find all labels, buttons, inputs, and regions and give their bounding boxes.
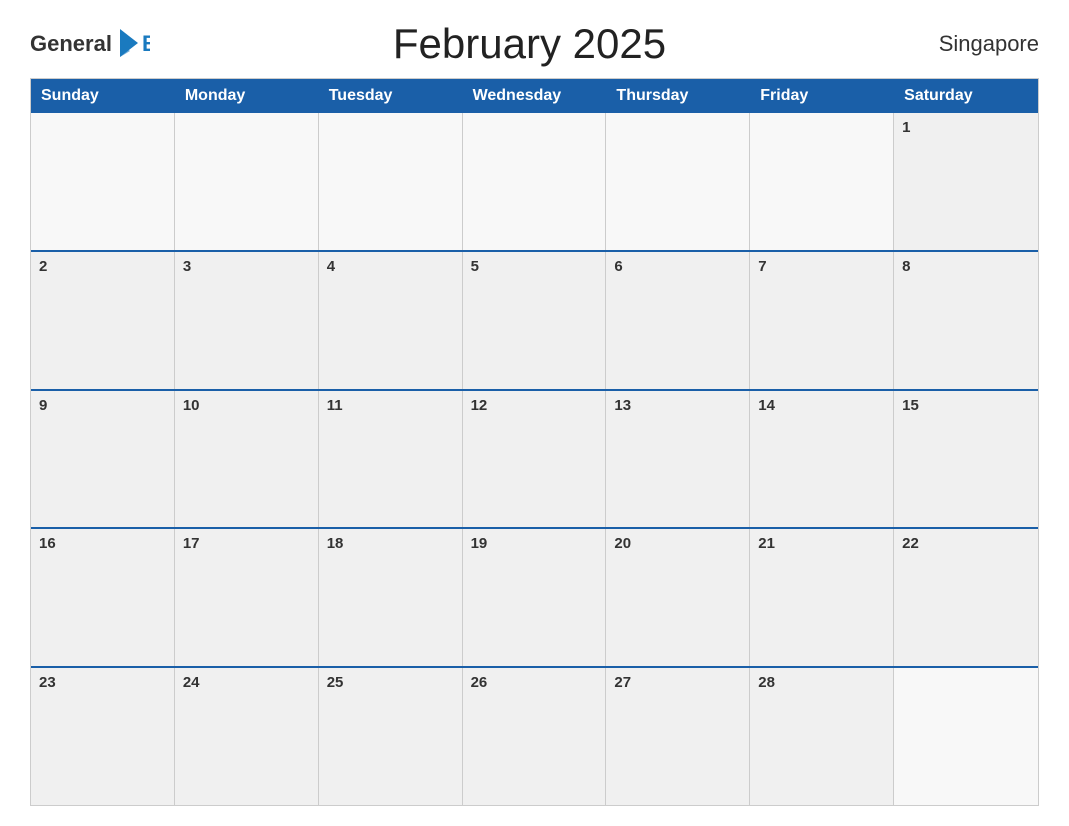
day-cell-4-1: 24 <box>175 668 319 805</box>
day-header-saturday: Saturday <box>894 79 1038 113</box>
logo-icon: General Blue <box>30 25 150 63</box>
day-cell-3-1: 17 <box>175 529 319 666</box>
day-cell-0-5 <box>750 113 894 250</box>
day-number-20: 20 <box>614 535 741 552</box>
day-cell-4-3: 26 <box>463 668 607 805</box>
day-cell-0-1 <box>175 113 319 250</box>
day-header-thursday: Thursday <box>606 79 750 113</box>
day-number-11: 11 <box>327 397 454 414</box>
region-label: Singapore <box>909 31 1039 57</box>
day-cell-4-0: 23 <box>31 668 175 805</box>
svg-text:General: General <box>30 31 112 56</box>
day-number-16: 16 <box>39 535 166 552</box>
logo: General Blue <box>30 25 150 63</box>
day-header-wednesday: Wednesday <box>463 79 607 113</box>
calendar-grid: Sunday Monday Tuesday Wednesday Thursday… <box>30 78 1039 806</box>
day-number-15: 15 <box>902 397 1030 414</box>
day-cell-3-6: 22 <box>894 529 1038 666</box>
header: General Blue February 2025 Singapore <box>30 20 1039 68</box>
day-number-25: 25 <box>327 674 454 691</box>
day-cell-3-3: 19 <box>463 529 607 666</box>
day-cell-0-4 <box>606 113 750 250</box>
day-cell-1-1: 3 <box>175 252 319 389</box>
day-cell-2-1: 10 <box>175 391 319 528</box>
day-number-18: 18 <box>327 535 454 552</box>
day-cell-2-0: 9 <box>31 391 175 528</box>
week-row-2: 2345678 <box>31 250 1038 389</box>
day-number-9: 9 <box>39 397 166 414</box>
day-cell-2-2: 11 <box>319 391 463 528</box>
day-number-13: 13 <box>614 397 741 414</box>
day-cell-1-3: 5 <box>463 252 607 389</box>
day-cell-1-5: 7 <box>750 252 894 389</box>
day-cell-4-2: 25 <box>319 668 463 805</box>
day-number-22: 22 <box>902 535 1030 552</box>
day-number-10: 10 <box>183 397 310 414</box>
day-cell-4-4: 27 <box>606 668 750 805</box>
day-cell-0-2 <box>319 113 463 250</box>
day-header-friday: Friday <box>750 79 894 113</box>
day-header-monday: Monday <box>175 79 319 113</box>
day-number-14: 14 <box>758 397 885 414</box>
day-cell-3-4: 20 <box>606 529 750 666</box>
day-number-5: 5 <box>471 258 598 275</box>
day-number-26: 26 <box>471 674 598 691</box>
day-number-19: 19 <box>471 535 598 552</box>
calendar-title: February 2025 <box>150 20 909 68</box>
day-header-sunday: Sunday <box>31 79 175 113</box>
day-cell-0-3 <box>463 113 607 250</box>
day-number-6: 6 <box>614 258 741 275</box>
day-number-3: 3 <box>183 258 310 275</box>
day-cell-3-0: 16 <box>31 529 175 666</box>
week-row-4: 16 17 18 19 20 21 22 <box>31 527 1038 666</box>
day-cell-1-6: 8 <box>894 252 1038 389</box>
day-number-24: 24 <box>183 674 310 691</box>
svg-text:Blue: Blue <box>142 31 150 56</box>
day-number-12: 12 <box>471 397 598 414</box>
day-header-tuesday: Tuesday <box>319 79 463 113</box>
day-cell-4-5: 28 <box>750 668 894 805</box>
day-number-21: 21 <box>758 535 885 552</box>
day-cell-2-3: 12 <box>463 391 607 528</box>
calendar-page: General Blue February 2025 Singapore Sun… <box>0 0 1069 826</box>
day-cell-1-0: 2 <box>31 252 175 389</box>
day-cell-1-2: 4 <box>319 252 463 389</box>
day-cell-3-2: 18 <box>319 529 463 666</box>
day-cell-3-5: 21 <box>750 529 894 666</box>
week-row-1: 1 <box>31 113 1038 250</box>
day-number-17: 17 <box>183 535 310 552</box>
day-number-28: 28 <box>758 674 885 691</box>
day-cell-2-4: 13 <box>606 391 750 528</box>
day-number-4: 4 <box>327 258 454 275</box>
day-headers-row: Sunday Monday Tuesday Wednesday Thursday… <box>31 79 1038 113</box>
day-cell-0-0 <box>31 113 175 250</box>
day-number-8: 8 <box>902 258 1030 275</box>
day-cell-4-6 <box>894 668 1038 805</box>
day-cell-0-6: 1 <box>894 113 1038 250</box>
day-number-27: 27 <box>614 674 741 691</box>
day-number-23: 23 <box>39 674 166 691</box>
week-row-5: 23 24 25 26 27 28 <box>31 666 1038 805</box>
day-cell-1-4: 6 <box>606 252 750 389</box>
day-number-7: 7 <box>758 258 885 275</box>
weeks-container: 1234567891011121314151617181920212223242… <box>31 113 1038 805</box>
day-cell-2-5: 14 <box>750 391 894 528</box>
day-number-1: 1 <box>902 119 1030 136</box>
week-row-3: 9 10 11 12 13 14 15 <box>31 389 1038 528</box>
day-cell-2-6: 15 <box>894 391 1038 528</box>
day-number-2: 2 <box>39 258 166 275</box>
